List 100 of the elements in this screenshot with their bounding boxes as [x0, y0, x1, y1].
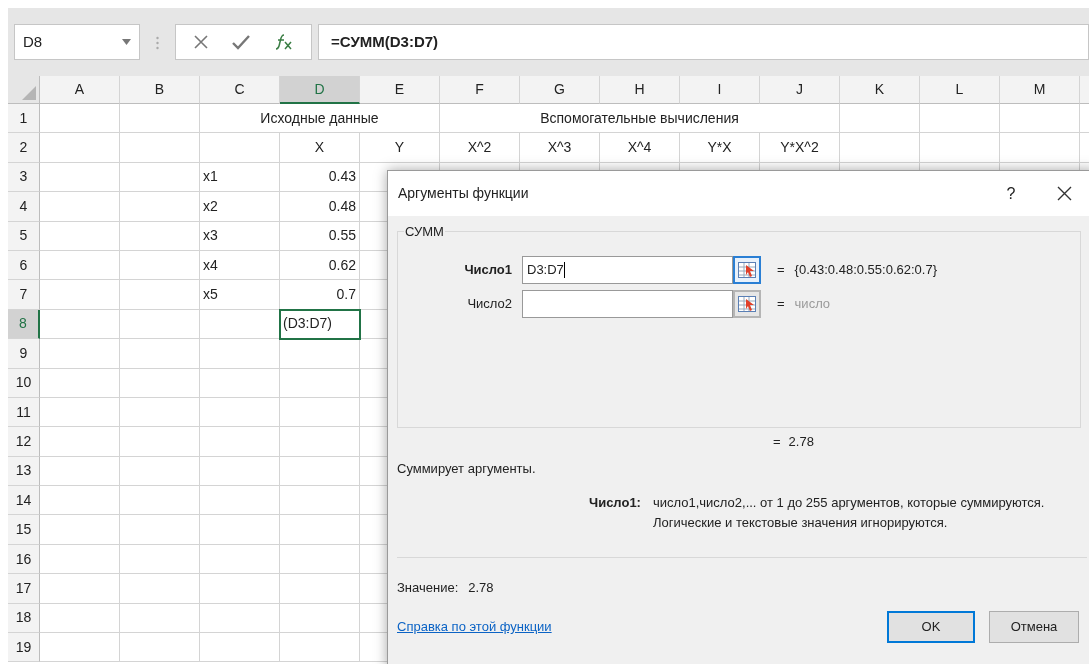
- table-cell[interactable]: [40, 250, 120, 281]
- table-cell[interactable]: 0.48: [280, 192, 360, 222]
- table-cell[interactable]: [120, 544, 200, 575]
- table-cell[interactable]: x2: [200, 192, 280, 222]
- table-cell[interactable]: [120, 603, 200, 634]
- table-cell[interactable]: [40, 633, 120, 663]
- range-picker-button[interactable]: [733, 256, 761, 284]
- table-cell[interactable]: 0.62: [280, 250, 360, 281]
- table-cell[interactable]: [280, 603, 360, 634]
- column-header[interactable]: E: [360, 76, 440, 104]
- table-cell[interactable]: [280, 515, 360, 545]
- table-cell[interactable]: x5: [200, 280, 280, 310]
- row-header[interactable]: 15: [8, 515, 40, 545]
- column-header[interactable]: H: [600, 76, 680, 104]
- table-cell[interactable]: [120, 133, 200, 163]
- table-cell[interactable]: [280, 427, 360, 457]
- table-cell[interactable]: [40, 603, 120, 634]
- row-header[interactable]: 12: [8, 427, 40, 457]
- column-header[interactable]: B: [120, 76, 200, 104]
- row-header[interactable]: 1: [8, 104, 40, 134]
- argument-field[interactable]: D3:D7: [522, 256, 733, 284]
- table-cell[interactable]: [40, 486, 120, 516]
- row-header[interactable]: 8: [8, 309, 40, 340]
- table-cell[interactable]: [200, 544, 280, 575]
- select-all-icon[interactable]: [22, 86, 36, 100]
- table-cell[interactable]: [120, 574, 200, 604]
- column-header[interactable]: L: [920, 76, 1000, 104]
- column-header[interactable]: K: [840, 76, 920, 104]
- cancel-button[interactable]: Отмена: [989, 611, 1079, 643]
- ok-button[interactable]: OK: [887, 611, 975, 643]
- table-cell[interactable]: X^3: [520, 133, 600, 163]
- table-cell[interactable]: [120, 633, 200, 663]
- table-cell[interactable]: [120, 221, 200, 251]
- table-cell[interactable]: [1000, 104, 1080, 134]
- formula-field[interactable]: =СУММ(D3:D7): [318, 24, 1089, 60]
- table-cell[interactable]: x4: [200, 250, 280, 281]
- table-cell[interactable]: x1: [200, 162, 280, 193]
- table-cell[interactable]: [280, 574, 360, 604]
- table-cell[interactable]: [40, 280, 120, 310]
- table-cell[interactable]: [200, 368, 280, 398]
- table-cell[interactable]: [200, 427, 280, 457]
- table-cell[interactable]: [40, 456, 120, 487]
- table-cell[interactable]: [280, 339, 360, 369]
- column-header[interactable]: A: [40, 76, 120, 104]
- table-cell[interactable]: (D3:D7): [280, 309, 360, 340]
- table-cell[interactable]: [120, 309, 200, 340]
- table-cell[interactable]: 0.55: [280, 221, 360, 251]
- table-cell[interactable]: [120, 397, 200, 428]
- table-cell[interactable]: Y*X^2: [760, 133, 840, 163]
- table-cell[interactable]: [280, 456, 360, 487]
- table-cell[interactable]: [40, 133, 120, 163]
- table-cell[interactable]: Вспомогательные вычисления: [440, 104, 840, 134]
- row-header[interactable]: 3: [8, 162, 40, 193]
- column-header[interactable]: C: [200, 76, 280, 104]
- table-cell[interactable]: [200, 603, 280, 634]
- row-header[interactable]: 16: [8, 544, 40, 575]
- table-cell[interactable]: [280, 486, 360, 516]
- table-cell[interactable]: [920, 133, 1000, 163]
- table-cell[interactable]: [280, 368, 360, 398]
- row-header[interactable]: 4: [8, 192, 40, 222]
- table-cell[interactable]: [40, 515, 120, 545]
- help-button[interactable]: ?: [1001, 181, 1021, 206]
- table-cell[interactable]: [280, 633, 360, 663]
- row-header[interactable]: 18: [8, 603, 40, 634]
- range-select-icon[interactable]: [738, 262, 756, 278]
- table-cell[interactable]: [120, 162, 200, 193]
- column-header[interactable]: I: [680, 76, 760, 104]
- table-cell[interactable]: [120, 486, 200, 516]
- table-cell[interactable]: [40, 221, 120, 251]
- row-header[interactable]: 5: [8, 221, 40, 251]
- table-cell[interactable]: [40, 339, 120, 369]
- table-cell[interactable]: [200, 515, 280, 545]
- row-header[interactable]: 19: [8, 633, 40, 663]
- table-cell[interactable]: Y*X: [680, 133, 760, 163]
- row-header[interactable]: 7: [8, 280, 40, 310]
- help-link[interactable]: Справка по этой функции: [397, 617, 887, 637]
- table-cell[interactable]: [40, 104, 120, 134]
- table-cell[interactable]: [200, 339, 280, 369]
- row-header[interactable]: 10: [8, 368, 40, 398]
- table-cell[interactable]: [200, 133, 280, 163]
- checkmark-icon[interactable]: [232, 34, 251, 50]
- table-cell[interactable]: [840, 104, 920, 134]
- table-cell[interactable]: [840, 133, 920, 163]
- function-icon[interactable]: [274, 34, 293, 50]
- table-cell[interactable]: [40, 427, 120, 457]
- table-cell[interactable]: [200, 633, 280, 663]
- table-cell[interactable]: [40, 397, 120, 428]
- row-header[interactable]: 17: [8, 574, 40, 604]
- table-cell[interactable]: [120, 515, 200, 545]
- table-cell[interactable]: 0.43: [280, 162, 360, 193]
- table-cell[interactable]: [120, 280, 200, 310]
- table-cell[interactable]: 0.7: [280, 280, 360, 310]
- table-cell[interactable]: Исходные данные: [200, 104, 440, 134]
- table-cell[interactable]: [120, 250, 200, 281]
- column-header[interactable]: M: [1000, 76, 1080, 104]
- table-cell[interactable]: [40, 574, 120, 604]
- row-header[interactable]: 9: [8, 339, 40, 369]
- table-cell[interactable]: [120, 368, 200, 398]
- table-cell[interactable]: [40, 544, 120, 575]
- table-cell[interactable]: x3: [200, 221, 280, 251]
